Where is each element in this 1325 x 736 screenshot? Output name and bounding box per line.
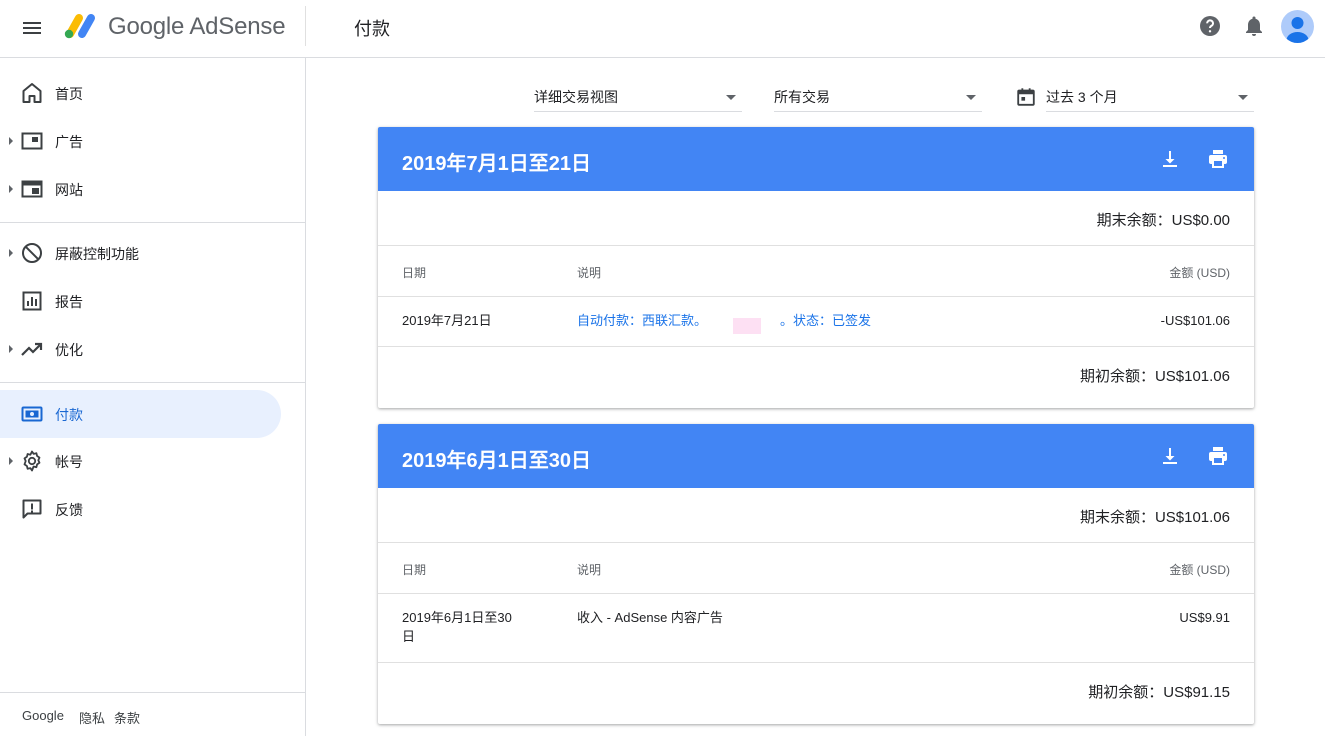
download-icon[interactable]	[1158, 147, 1182, 171]
print-icon[interactable]	[1206, 147, 1230, 171]
date-range-value: 过去 3 个月	[1046, 89, 1118, 105]
footer-google-link[interactable]: Google	[22, 708, 64, 723]
transaction-type-select[interactable]: 所有交易	[774, 82, 982, 112]
ending-balance-row: 期末余额：US$101.06	[378, 488, 1254, 542]
feedback-icon	[20, 497, 44, 521]
view-select[interactable]: 详细交易视图	[534, 82, 742, 112]
reports-icon	[20, 289, 44, 313]
sidebar-item-label: 反馈	[55, 502, 83, 518]
row-divider	[378, 542, 1254, 543]
expand-arrow-icon	[9, 457, 13, 465]
sites-icon	[20, 177, 44, 201]
transaction-description: 收入 - AdSense 内容广告	[577, 610, 723, 625]
expand-arrow-icon	[9, 185, 13, 193]
expand-arrow-icon	[9, 345, 13, 353]
sidebar-item-label: 优化	[55, 342, 83, 358]
help-icon[interactable]	[1198, 14, 1222, 38]
sidebar-item-optimization[interactable]: 优化	[0, 325, 281, 373]
column-header-description: 说明	[577, 563, 602, 577]
expand-arrow-icon	[9, 249, 13, 257]
statement-card: 2019年7月1日至21日 期末余额：US$0.00 日期 说明 金额 (USD…	[378, 127, 1254, 408]
payments-icon	[20, 402, 44, 426]
sidebar-item-label: 网站	[55, 182, 83, 198]
sidebar-item-reports[interactable]: 报告	[0, 277, 281, 325]
header-divider	[305, 6, 306, 46]
ending-balance: 期末余额：US$0.00	[1096, 212, 1230, 229]
chevron-down-icon	[1238, 95, 1248, 100]
menu-icon[interactable]	[20, 16, 44, 40]
notifications-bell-icon[interactable]	[1242, 14, 1266, 38]
sidebar-item-label: 广告	[55, 134, 83, 150]
column-header-date: 日期	[402, 563, 427, 577]
starting-balance-row: 期初余额：US$91.15	[378, 663, 1254, 717]
transaction-amount: US$9.91	[1179, 610, 1230, 625]
transaction-status-link[interactable]: 。状态：已签发	[780, 311, 871, 331]
row-divider	[378, 593, 1254, 594]
footer-terms-link[interactable]: 条款	[114, 708, 140, 727]
sidebar-item-label: 报告	[55, 294, 83, 310]
sidebar-item-ads[interactable]: 广告	[0, 117, 281, 165]
statement-card-header: 2019年7月1日至21日	[378, 127, 1254, 191]
transaction-type-value: 所有交易	[774, 89, 830, 105]
chevron-down-icon	[726, 95, 736, 100]
sidebar-divider	[0, 382, 305, 383]
starting-balance-row: 期初余额：US$101.06	[378, 347, 1254, 401]
page-title: 付款	[354, 19, 390, 39]
sidebar-item-blocking-controls[interactable]: 屏蔽控制功能	[0, 229, 281, 277]
adsense-logo-icon	[62, 10, 98, 40]
sidebar-footer: Google 隐私 条款	[0, 692, 305, 736]
row-divider	[378, 296, 1254, 297]
user-avatar[interactable]	[1281, 10, 1314, 43]
column-header-description: 说明	[577, 266, 602, 280]
view-select-value: 详细交易视图	[534, 89, 618, 105]
home-icon	[20, 81, 44, 105]
sidebar-item-label: 付款	[55, 407, 83, 423]
column-header-amount: 金额 (USD)	[1169, 563, 1230, 577]
statement-period-title: 2019年7月1日至21日	[402, 153, 591, 175]
ending-balance: 期末余额：US$101.06	[1079, 509, 1230, 526]
trending-up-icon	[20, 337, 44, 361]
sidebar-item-sites[interactable]: 网站	[0, 165, 281, 213]
transaction-description-link[interactable]: 自动付款：西联汇款。	[577, 311, 707, 331]
sidebar-item-label: 屏蔽控制功能	[55, 246, 139, 262]
column-header-date: 日期	[402, 266, 427, 280]
sidebar-item-label: 首页	[55, 86, 83, 102]
date-range-select[interactable]: 过去 3 个月	[1046, 82, 1254, 112]
column-header-amount: 金额 (USD)	[1169, 266, 1230, 280]
transaction-date-continued: 日	[402, 629, 416, 644]
starting-balance: 期初余额：US$101.06	[1079, 368, 1230, 385]
print-icon[interactable]	[1206, 444, 1230, 468]
download-icon[interactable]	[1158, 444, 1182, 468]
expand-arrow-icon	[9, 137, 13, 145]
statement-card: 2019年6月1日至30日 期末余额：US$101.06 日期 说明 金额 (U…	[378, 424, 1254, 724]
footer-privacy-link[interactable]: 隐私	[79, 708, 105, 727]
sidebar-item-account[interactable]: 帐号	[0, 437, 281, 485]
brand-name: Google AdSense	[108, 13, 286, 40]
statement-period-title: 2019年6月1日至30日	[402, 450, 591, 472]
sidebar-item-feedback[interactable]: 反馈	[0, 485, 281, 533]
sidebar-item-label: 帐号	[55, 454, 83, 470]
ending-balance-row: 期末余额：US$0.00	[378, 191, 1254, 245]
sidebar-item-payments[interactable]: 付款	[0, 390, 281, 438]
top-app-bar: Google AdSense 付款	[0, 0, 1325, 58]
transaction-amount: -US$101.06	[1160, 313, 1230, 328]
statement-card-header: 2019年6月1日至30日	[378, 424, 1254, 488]
row-divider	[378, 245, 1254, 246]
transaction-date: 2019年7月21日	[402, 313, 492, 328]
sidebar-item-home[interactable]: 首页	[0, 69, 281, 117]
redacted-block	[733, 318, 761, 334]
chevron-down-icon	[966, 95, 976, 100]
ads-icon	[20, 129, 44, 153]
transaction-date: 2019年6月1日至30	[402, 610, 512, 625]
gear-icon	[20, 449, 44, 473]
sidebar-divider	[0, 222, 305, 223]
sidebar: 首页 广告 网站 屏蔽控制功能 报告 优化 付款 帐号 反馈 Google 隐私…	[0, 58, 306, 736]
calendar-icon[interactable]	[1015, 86, 1037, 108]
block-icon	[20, 241, 44, 265]
starting-balance: 期初余额：US$91.15	[1088, 684, 1230, 701]
